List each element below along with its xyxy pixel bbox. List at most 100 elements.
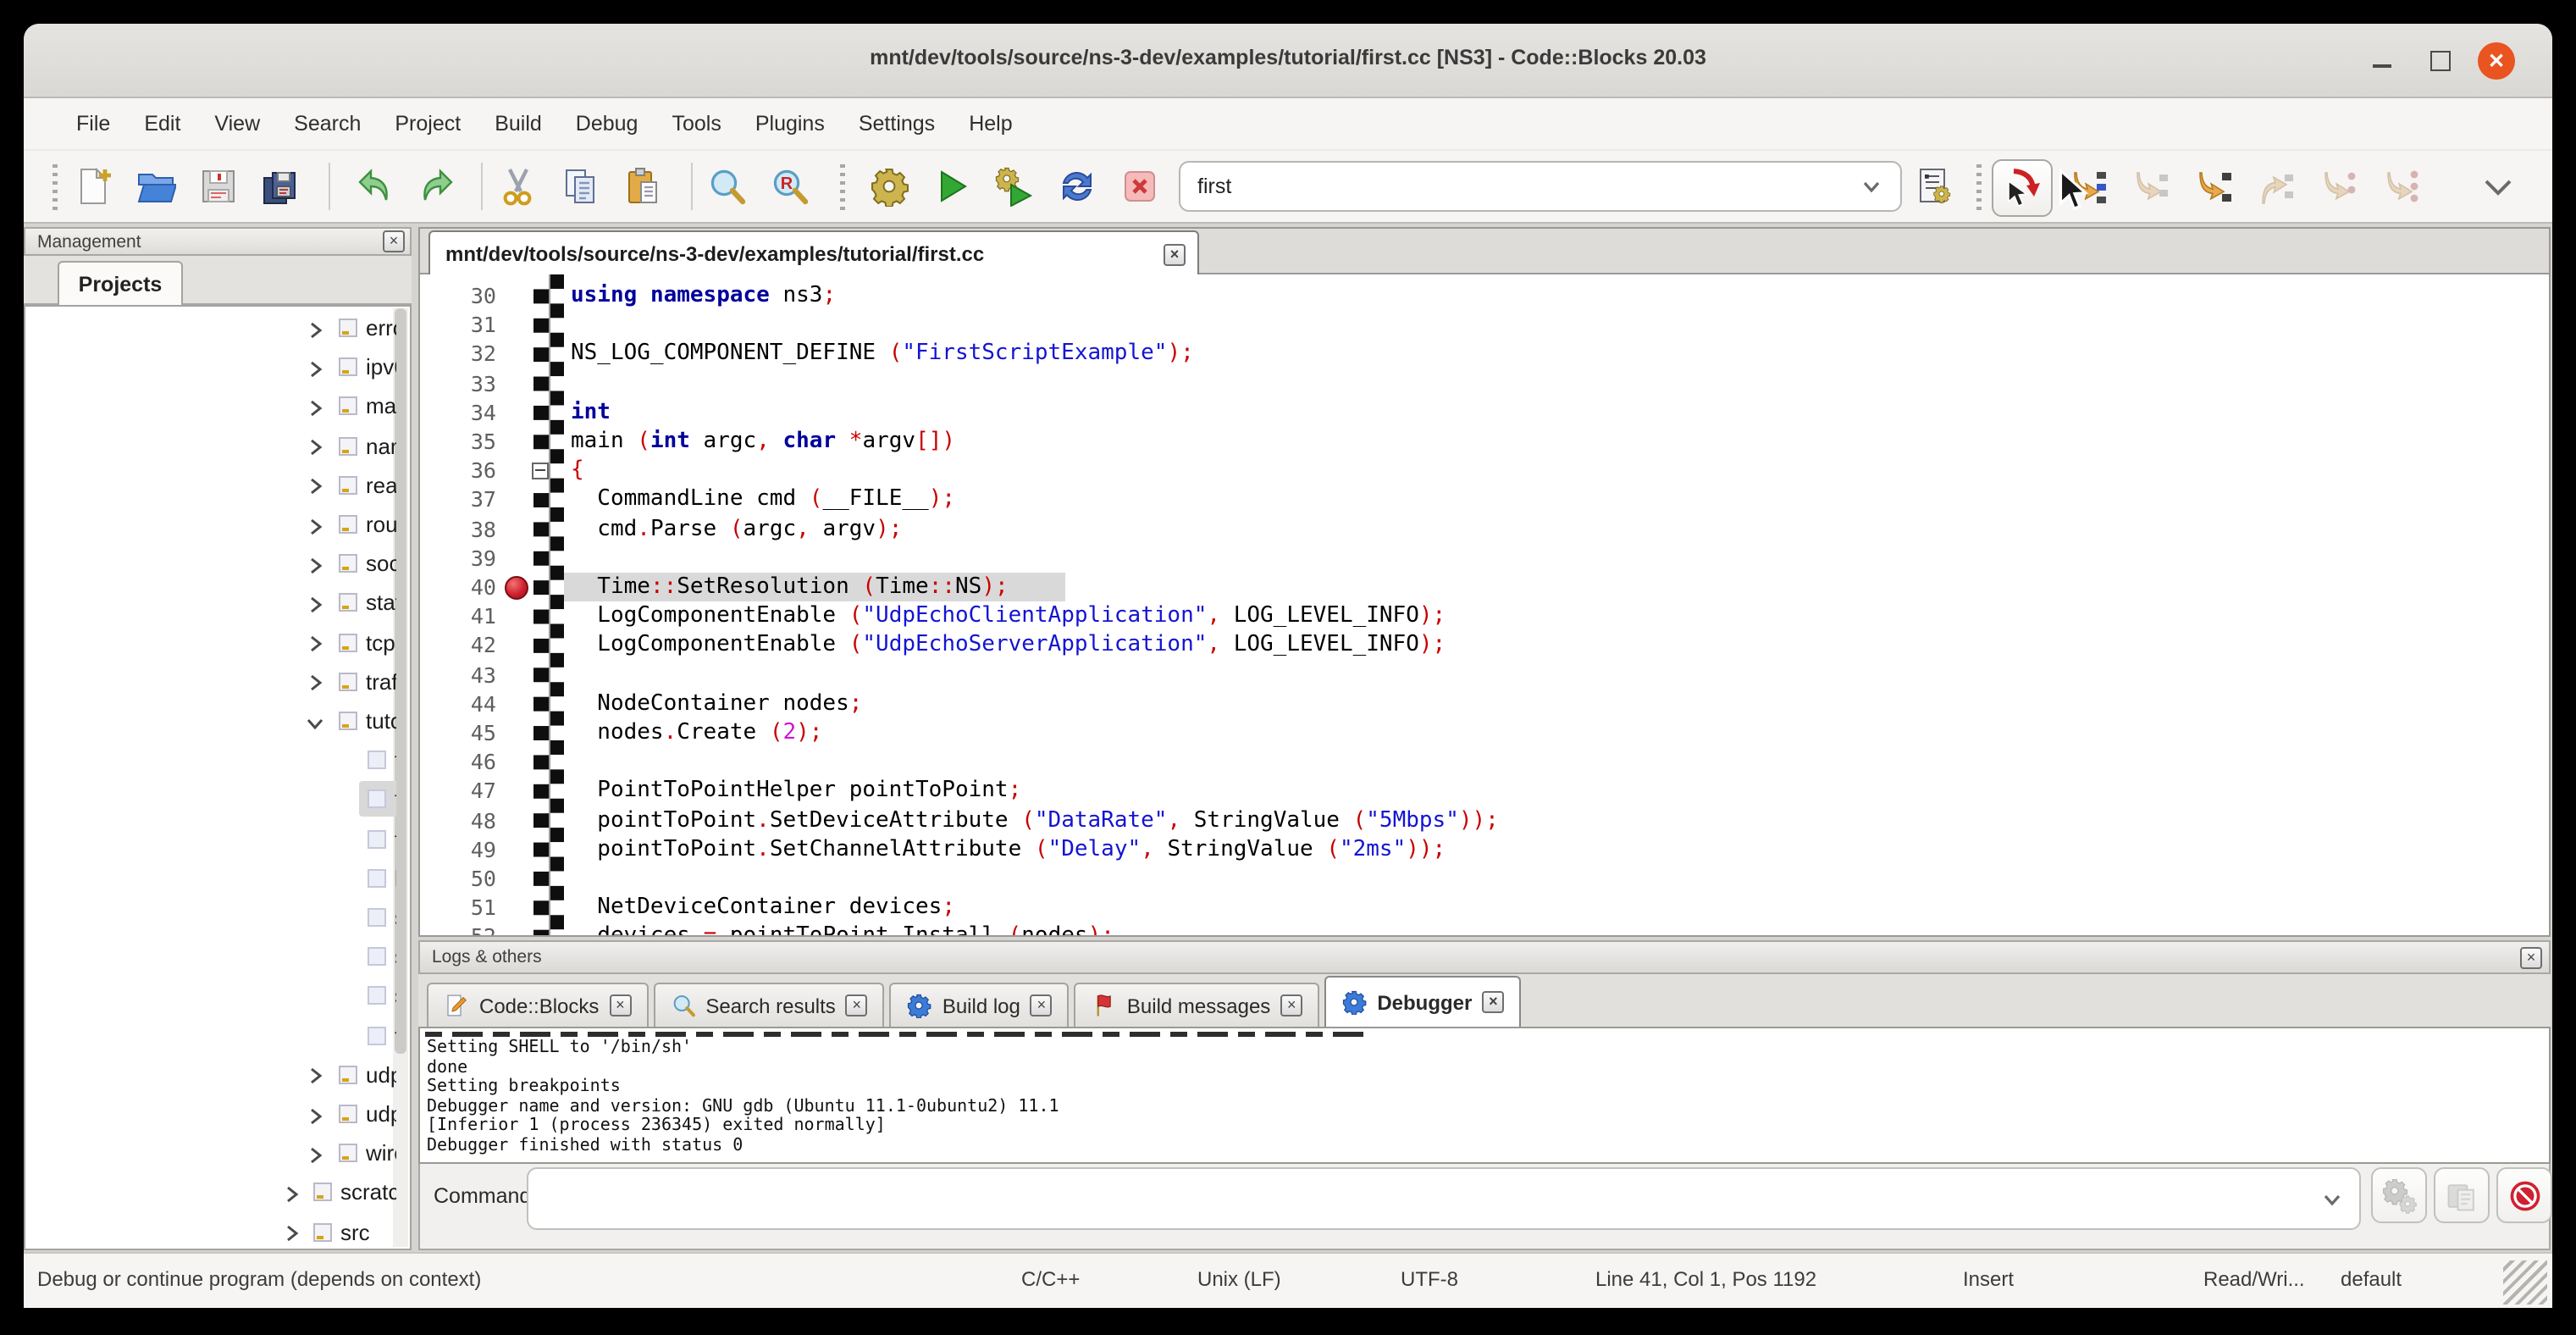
chevron-right-icon[interactable] [305, 318, 325, 338]
line-number[interactable]: 43 [420, 662, 496, 687]
project-tree[interactable]: erroipv6matnamreallroutsockstattcptraflt… [24, 305, 412, 1250]
chevron-right-icon[interactable] [305, 396, 325, 417]
tree-item-si[interactable]: si [25, 977, 396, 1016]
code-line-39[interactable]: 39 [420, 544, 2549, 573]
tree-item-tcp[interactable]: tcp [25, 623, 396, 662]
chevron-right-icon[interactable] [305, 632, 325, 652]
code-line-47[interactable]: 47 PointToPointHelper pointToPoint; [420, 777, 2549, 806]
close-button[interactable]: ✕ [2478, 42, 2515, 80]
line-number[interactable]: 38 [420, 516, 496, 541]
chevron-down-icon[interactable] [1860, 174, 1900, 198]
next-line-button[interactable] [2124, 161, 2178, 215]
tree-item-fif[interactable]: fif [25, 740, 396, 779]
code-line-35[interactable]: 35main (int argc, char *argv[]) [420, 427, 2549, 456]
resize-grip[interactable] [2503, 1260, 2547, 1305]
tree-item-trafl[interactable]: trafl [25, 662, 396, 701]
toolbar-overflow-button[interactable] [2471, 159, 2525, 213]
line-number[interactable]: 51 [420, 895, 496, 920]
chevron-down-icon[interactable] [305, 711, 325, 731]
command-combobox[interactable] [527, 1167, 2361, 1230]
save-file-button[interactable] [191, 159, 246, 213]
line-number[interactable]: 33 [420, 370, 496, 396]
management-close-icon[interactable] [383, 230, 405, 252]
tree-scrollbar-thumb[interactable] [395, 308, 406, 1054]
logs-tab-build-log[interactable]: Build log [890, 983, 1070, 1027]
chevron-right-icon[interactable] [305, 672, 325, 692]
build-target-options-button[interactable] [1907, 159, 1961, 213]
menu-tools[interactable]: Tools [655, 112, 738, 136]
menu-view[interactable]: View [197, 112, 277, 136]
tab-close-icon[interactable] [1280, 994, 1302, 1016]
menu-search[interactable]: Search [277, 112, 378, 136]
chevron-right-icon[interactable] [305, 593, 325, 613]
chevron-right-icon[interactable] [281, 1221, 301, 1242]
rebuild-button[interactable] [1050, 159, 1104, 213]
build-button[interactable] [862, 159, 916, 213]
code-line-34[interactable]: 34int [420, 398, 2549, 427]
menu-settings[interactable]: Settings [842, 112, 952, 136]
code-line-48[interactable]: 48 pointToPoint.SetDeviceAttribute ("Dat… [420, 806, 2549, 834]
tree-item-rout[interactable]: rout [25, 505, 396, 544]
logs-tab-build-messages[interactable]: Build messages [1075, 983, 1319, 1027]
menu-edit[interactable]: Edit [127, 112, 197, 136]
code-line-37[interactable]: 37 CommandLine cmd (__FILE__); [420, 485, 2549, 514]
run-button[interactable] [925, 159, 979, 213]
command-history-button[interactable] [2434, 1167, 2490, 1223]
menu-plugins[interactable]: Plugins [738, 112, 842, 136]
code-line-51[interactable]: 51 NetDeviceContainer devices; [420, 893, 2549, 922]
code-line-44[interactable]: 44 NodeContainer nodes; [420, 690, 2549, 718]
line-number[interactable]: 40 [420, 574, 496, 600]
menu-project[interactable]: Project [378, 112, 478, 136]
tree-item-tuto[interactable]: tuto [25, 701, 396, 740]
chevron-right-icon[interactable] [305, 435, 325, 456]
tree-item-nam[interactable]: nam [25, 426, 396, 465]
tree-item-udp[interactable]: udp [25, 1055, 396, 1094]
code-line-42[interactable]: 42 LogComponentEnable ("UdpEchoServerApp… [420, 631, 2549, 660]
tree-item-ipv6[interactable]: ipv6 [25, 347, 396, 386]
line-number[interactable]: 35 [420, 429, 496, 454]
menu-build[interactable]: Build [478, 112, 559, 136]
titlebar[interactable]: mnt/dev/tools/source/ns-3-dev/examples/t… [24, 24, 2552, 98]
tab-close-icon[interactable] [609, 994, 631, 1016]
line-number[interactable]: 44 [420, 691, 496, 717]
menu-file[interactable]: File [59, 112, 127, 136]
line-number[interactable]: 32 [420, 341, 496, 367]
tree-item-th[interactable]: th [25, 1016, 396, 1055]
maximize-button[interactable] [2422, 42, 2459, 80]
stop-debugger-button[interactable] [2496, 1167, 2552, 1223]
editor-tab-first-cc[interactable]: mnt/dev/tools/source/ns-3-dev/examples/t… [428, 230, 1199, 276]
chevron-right-icon[interactable] [305, 1143, 325, 1163]
minimize-button[interactable] [2363, 42, 2400, 80]
replace-button[interactable]: R [762, 159, 816, 213]
code-line-52[interactable]: 52 devices = pointToPoint.Install (nodes… [420, 922, 2549, 937]
line-number[interactable]: 39 [420, 546, 496, 571]
logs-tab-search-results[interactable]: Search results [653, 983, 884, 1027]
tree-item-fo[interactable]: fo [25, 819, 396, 858]
line-number[interactable]: 34 [420, 400, 496, 425]
logs-tab-debugger[interactable]: Debugger [1324, 976, 1521, 1027]
toolbar-grip[interactable] [53, 164, 58, 210]
chevron-right-icon[interactable] [305, 514, 325, 535]
line-number[interactable]: 42 [420, 633, 496, 658]
copy-button[interactable] [554, 159, 608, 213]
tree-item-se[interactable]: se [25, 937, 396, 976]
chevron-right-icon[interactable] [305, 553, 325, 573]
debugger-output[interactable]: Setting SHELL to '/bin/sh'doneSetting br… [418, 1028, 2551, 1164]
code-line-36[interactable]: 36{ [420, 456, 2549, 485]
tree-item-sock[interactable]: sock [25, 544, 396, 583]
tab-close-icon[interactable] [1031, 994, 1053, 1016]
debug-settings-button[interactable] [2371, 1167, 2427, 1223]
toolbar-grip[interactable] [1976, 164, 1982, 210]
tree-item-mat[interactable]: mat [25, 387, 396, 426]
step-into-button[interactable] [2186, 161, 2241, 215]
line-number[interactable]: 37 [420, 487, 496, 512]
command-input[interactable] [528, 1187, 2320, 1210]
tab-close-icon[interactable] [1482, 991, 1504, 1013]
menu-debug[interactable]: Debug [559, 112, 655, 136]
tab-close-icon[interactable] [846, 994, 868, 1016]
chevron-right-icon[interactable] [281, 1183, 301, 1203]
run-to-cursor-button[interactable] [2061, 161, 2115, 215]
tree-item-stat[interactable]: stat [25, 584, 396, 623]
new-file-button[interactable] [66, 159, 120, 213]
code-line-40[interactable]: 40 Time::SetResolution (Time::NS); [420, 573, 2549, 601]
